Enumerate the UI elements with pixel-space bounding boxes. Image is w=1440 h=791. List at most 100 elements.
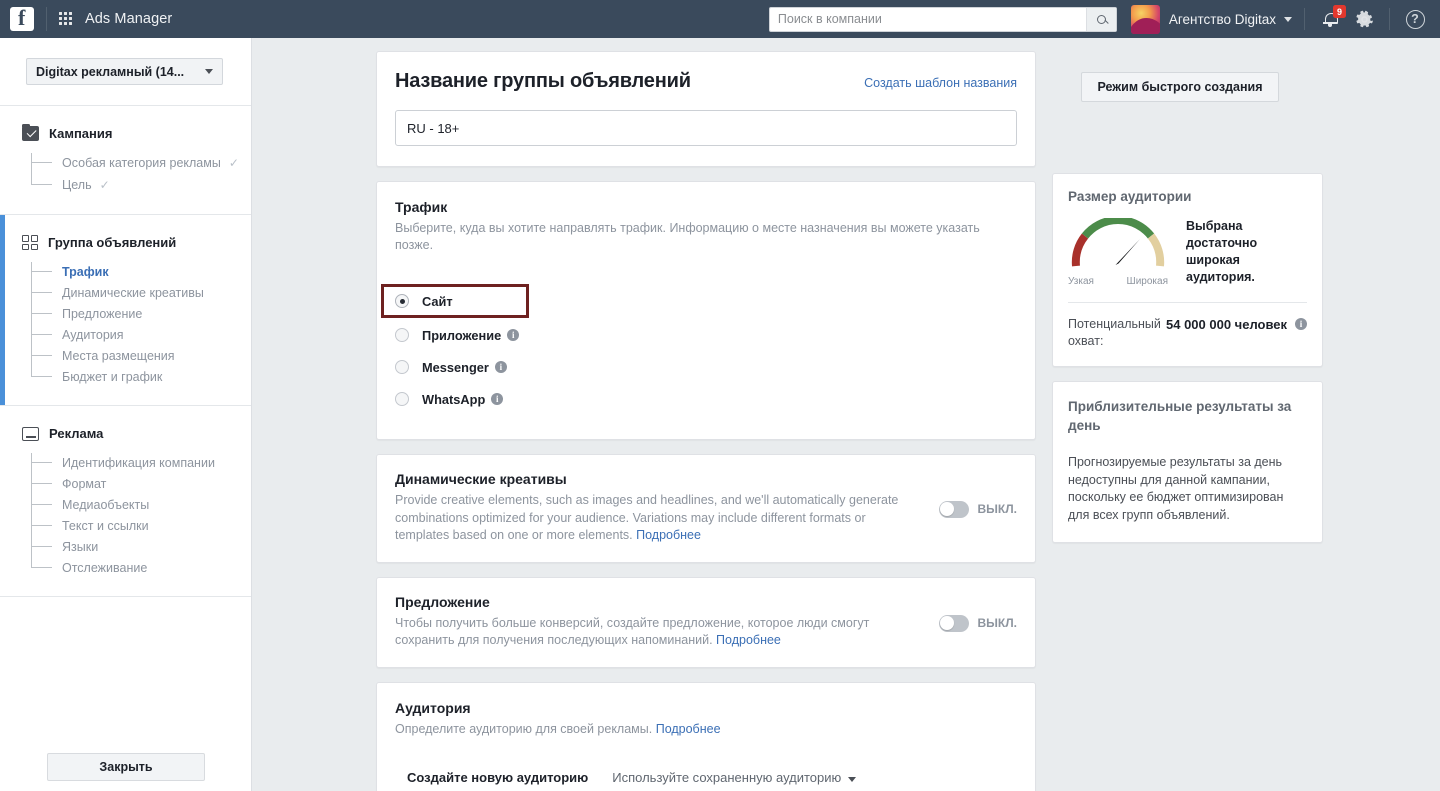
dynamic-creative-title: Динамические креативы	[395, 471, 567, 487]
learn-more-link[interactable]: Подробнее	[716, 633, 781, 647]
adset-name-card: Название группы объявлений Создать шабло…	[376, 51, 1279, 167]
sidebar-item-media[interactable]: Медиаобъекты	[31, 494, 251, 515]
learn-more-link[interactable]: Подробнее	[656, 722, 721, 736]
gauge-needle	[1115, 239, 1140, 265]
potential-reach-row: Потенциальный охват: 54 000 000 человек …	[1068, 316, 1307, 350]
info-icon[interactable]: i	[507, 329, 520, 341]
radio-messenger[interactable]	[395, 360, 409, 374]
traffic-option-messenger[interactable]: Messenger i	[395, 351, 1017, 383]
sidebar-item-audience[interactable]: Аудитория	[31, 324, 251, 345]
right-panel: Размер аудитории Узкая Широкая Выбрана д…	[1052, 173, 1323, 543]
radio-label: WhatsApp	[422, 391, 486, 407]
audience-size-gauge-row: Узкая Широкая Выбрана достаточно широкая…	[1068, 216, 1307, 287]
daily-results-title: Приблизительные результаты за день	[1068, 399, 1292, 433]
close-button[interactable]: Закрыть	[47, 753, 205, 781]
nav-right-group: Агентство Digitax 9 ?	[768, 0, 1440, 38]
gauge-arc	[1071, 216, 1165, 267]
learn-more-link[interactable]: Подробнее	[636, 528, 701, 542]
offer-toggle[interactable]	[938, 614, 969, 632]
sidebar-item-label: Медиаобъекты	[62, 497, 150, 512]
radio-whatsapp[interactable]	[395, 392, 409, 406]
sidebar-item-label: Динамические креативы	[62, 285, 204, 300]
nav-divider	[46, 7, 47, 31]
radio-website[interactable]	[395, 294, 409, 308]
checkbox-filled-icon	[22, 123, 39, 141]
ad-account-select[interactable]: Digitax рекламный (14...	[26, 58, 223, 85]
sidebar-item-budget-schedule[interactable]: Бюджет и график	[31, 366, 251, 387]
search-icon	[1096, 14, 1106, 24]
ad-account-select-label: Digitax рекламный (14...	[36, 64, 185, 79]
offer-title: Предложение	[395, 593, 490, 610]
radio-label: Сайт	[422, 293, 453, 309]
notifications-button[interactable]: 9	[1317, 5, 1346, 32]
sidebar-item-format[interactable]: Формат	[31, 473, 251, 494]
account-name: Агентство Digitax	[1168, 11, 1276, 27]
traffic-title: Трафик	[395, 199, 448, 215]
audience-description: Определите аудиторию для своей рекламы. …	[395, 721, 1017, 739]
offer-toggle-group: ВЫКЛ.	[938, 594, 1017, 650]
adset-name-header: Название группы объявлений Создать шабло…	[395, 70, 1017, 93]
sidebar-item-objective[interactable]: Цель ✓	[31, 174, 251, 196]
sidebar-item-traffic[interactable]: Трафик	[31, 261, 251, 282]
settings-button[interactable]	[1351, 6, 1377, 32]
sidebar-item-tracking[interactable]: Отслеживание	[31, 557, 251, 578]
daily-results-body: Прогнозируемые результаты за день недост…	[1068, 455, 1284, 522]
top-navigation-bar: Ads Manager Агентство Digitax 9 ?	[0, 0, 1440, 38]
gauge-labels: Узкая Широкая	[1068, 276, 1168, 287]
search-button[interactable]	[1085, 7, 1116, 31]
create-name-template-link[interactable]: Создать шаблон названия	[864, 76, 1017, 90]
search-input[interactable]	[769, 7, 1086, 31]
sidebar-item-placements[interactable]: Места размещения	[31, 345, 251, 366]
dynamic-creative-toggle[interactable]	[938, 500, 969, 518]
radio-app[interactable]	[395, 328, 409, 342]
avatar	[1130, 4, 1160, 34]
sidebar-item-special-ad-category[interactable]: Особая категория рекламы ✓	[31, 152, 251, 174]
sidebar-item-languages[interactable]: Языки	[31, 536, 251, 557]
sidebar-item-label: Языки	[62, 539, 99, 554]
info-icon[interactable]: i	[494, 361, 507, 373]
search-box[interactable]	[768, 6, 1117, 32]
nav-divider	[1389, 8, 1390, 30]
gauge-max-label: Широкая	[1126, 276, 1168, 287]
sidebar-item-text-links[interactable]: Текст и ссылки	[31, 515, 251, 536]
traffic-option-whatsapp[interactable]: WhatsApp i	[395, 383, 1017, 415]
account-menu[interactable]: Агентство Digitax	[1130, 4, 1292, 34]
audience-card: Аудитория Определите аудиторию для своей…	[376, 681, 1036, 791]
help-button[interactable]: ?	[1402, 6, 1428, 32]
tab-create-new-audience[interactable]: Создайте новую аудиторию	[395, 770, 600, 791]
facebook-logo-icon[interactable]	[10, 5, 34, 31]
page-title: Название группы объявлений	[395, 70, 691, 92]
offer-card: Предложение Чтобы получить больше конвер…	[376, 576, 1036, 668]
sidebar-item-label: Идентификация компании	[62, 455, 215, 470]
sidebar-section-ad-header[interactable]: Реклама	[22, 426, 251, 441]
traffic-option-app[interactable]: Приложение i	[395, 319, 1017, 351]
audience-title: Аудитория	[395, 699, 471, 716]
radio-label: Приложение	[422, 327, 502, 343]
traffic-destination-radio-group: Сайт Приложение i Messenger i WhatsApp i	[381, 284, 1017, 415]
sidebar-item-dynamic-creative[interactable]: Динамические креативы	[31, 282, 251, 303]
nav-divider	[1304, 8, 1305, 30]
left-sidebar: Digitax рекламный (14... Кампания Особая…	[0, 38, 252, 791]
divider	[1068, 302, 1307, 303]
offer-description: Чтобы получить больше конверсий, создайт…	[395, 615, 923, 650]
traffic-option-website-highlight[interactable]: Сайт	[381, 284, 529, 318]
sidebar-subitems-adset: Трафик Динамические креативы Предложение…	[31, 261, 251, 387]
chevron-down-icon	[1284, 16, 1292, 22]
sidebar-item-label: Бюджет и график	[62, 369, 163, 384]
sidebar-section-campaign-header[interactable]: Кампания	[22, 123, 251, 141]
sidebar-item-identity[interactable]: Идентификация компании	[31, 452, 251, 473]
dynamic-creative-text: Динамические креативы Provide creative e…	[395, 471, 939, 545]
info-icon[interactable]: i	[491, 393, 504, 405]
sidebar-item-offer[interactable]: Предложение	[31, 303, 251, 324]
sidebar-item-label: Места размещения	[62, 348, 175, 363]
sidebar-section-adset-header[interactable]: Группа объявлений	[22, 235, 251, 250]
adset-name-input[interactable]	[395, 110, 1017, 146]
tab-use-saved-audience[interactable]: Используйте сохраненную аудиторию	[600, 770, 868, 791]
quick-create-mode-button[interactable]: Режим быстрого создания	[1081, 72, 1279, 102]
sidebar-subitems-ad: Идентификация компании Формат Медиаобъек…	[31, 452, 251, 578]
apps-grid-icon[interactable]	[59, 11, 74, 27]
info-icon[interactable]: i	[1295, 318, 1307, 330]
center-column: Название группы объявлений Создать шабло…	[376, 51, 1279, 791]
screen-icon	[22, 426, 39, 441]
chevron-down-icon	[848, 777, 857, 782]
